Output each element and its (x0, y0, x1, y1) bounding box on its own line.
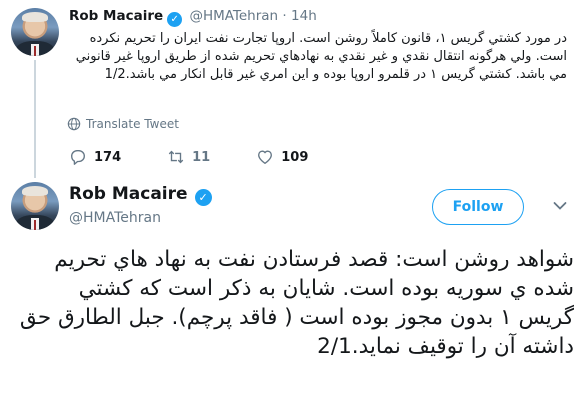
avatar[interactable] (11, 182, 59, 230)
author-name[interactable]: Rob Macaire (69, 8, 163, 24)
tweet-text: در مورد کشتي گريس ۱، قانون کاملاً روشن ا… (75, 31, 567, 82)
tweet-actions: 174 11 109 (69, 148, 354, 166)
reply-button[interactable]: 174 (69, 148, 121, 166)
translate-label: Translate Tweet (86, 117, 179, 131)
thread-connector-line (34, 60, 36, 178)
tweet-timestamp[interactable]: 14h (291, 8, 317, 24)
reply-count: 174 (94, 149, 122, 165)
author-handle[interactable]: @HMATehran (69, 210, 161, 226)
verified-badge-icon: ✓ (194, 189, 212, 206)
separator-dot: · (282, 8, 287, 24)
heart-icon (258, 150, 273, 164)
tweet-text: شواهد روشن است: قصد فرستادن نفت به نهاد … (19, 247, 574, 359)
translate-tweet-link[interactable]: Translate Tweet (67, 117, 179, 131)
tweet-header: Rob Macaire ✓ @HMATehran · 14h (69, 8, 317, 27)
author-name-row: Rob Macaire ✓ (69, 184, 215, 206)
verified-badge-icon: ✓ (167, 12, 183, 27)
chevron-down-icon (553, 202, 567, 210)
like-button[interactable]: 109 (256, 148, 308, 166)
follow-button[interactable]: Follow (432, 189, 524, 225)
more-options-button[interactable] (549, 197, 571, 215)
like-count: 109 (281, 149, 309, 165)
avatar[interactable] (11, 8, 59, 56)
retweet-count: 11 (192, 149, 211, 165)
retweet-button[interactable]: 11 (167, 148, 210, 166)
retweet-icon (168, 150, 184, 164)
author-name[interactable]: Rob Macaire (69, 184, 188, 204)
globe-icon (67, 117, 81, 131)
tweet-1[interactable]: Rob Macaire ✓ @HMATehran · 14h در مورد کش… (0, 0, 582, 178)
reply-icon (71, 150, 85, 165)
author-handle[interactable]: @HMATehran (189, 8, 278, 24)
